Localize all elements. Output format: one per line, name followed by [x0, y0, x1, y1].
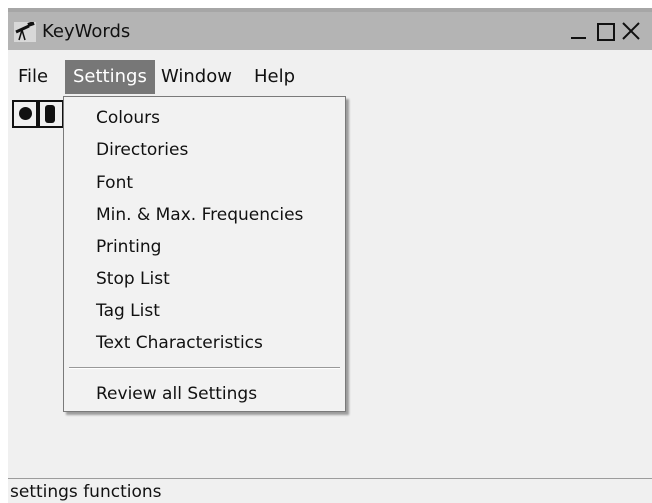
title-bar[interactable]: KeyWords — [8, 12, 652, 50]
record-icon[interactable] — [12, 100, 38, 128]
menu-item-colours[interactable]: Colours — [96, 107, 160, 129]
close-icon[interactable] — [620, 20, 642, 42]
menu-item-tag-list[interactable]: Tag List — [96, 300, 160, 322]
settings-dropdown-menu: Colours Directories Font Min. & Max. Fre… — [63, 96, 346, 412]
menu-file[interactable]: File — [10, 60, 56, 94]
maximize-icon[interactable] — [594, 20, 616, 42]
window-title: KeyWords — [42, 21, 131, 42]
menu-separator — [69, 367, 340, 369]
menu-item-review-all-settings[interactable]: Review all Settings — [96, 383, 257, 405]
telescope-icon — [14, 21, 36, 42]
menu-help[interactable]: Help — [246, 60, 303, 94]
status-bar: settings functions — [8, 478, 652, 503]
menu-item-stop-list[interactable]: Stop List — [96, 268, 170, 290]
menu-bar: File Settings Window Help — [8, 60, 652, 94]
menu-item-text-characteristics[interactable]: Text Characteristics — [96, 332, 263, 354]
menu-item-min-max-frequencies[interactable]: Min. & Max. Frequencies — [96, 204, 303, 226]
minimize-icon[interactable] — [568, 20, 590, 42]
app-window: KeyWords File Settings Window Help Colou… — [8, 8, 652, 503]
stop-icon[interactable] — [38, 100, 64, 128]
menu-item-directories[interactable]: Directories — [96, 139, 188, 161]
menu-window[interactable]: Window — [153, 60, 240, 94]
menu-settings[interactable]: Settings — [65, 60, 155, 94]
status-text: settings functions — [10, 482, 162, 502]
menu-item-printing[interactable]: Printing — [96, 236, 161, 258]
menu-item-font[interactable]: Font — [96, 172, 133, 194]
